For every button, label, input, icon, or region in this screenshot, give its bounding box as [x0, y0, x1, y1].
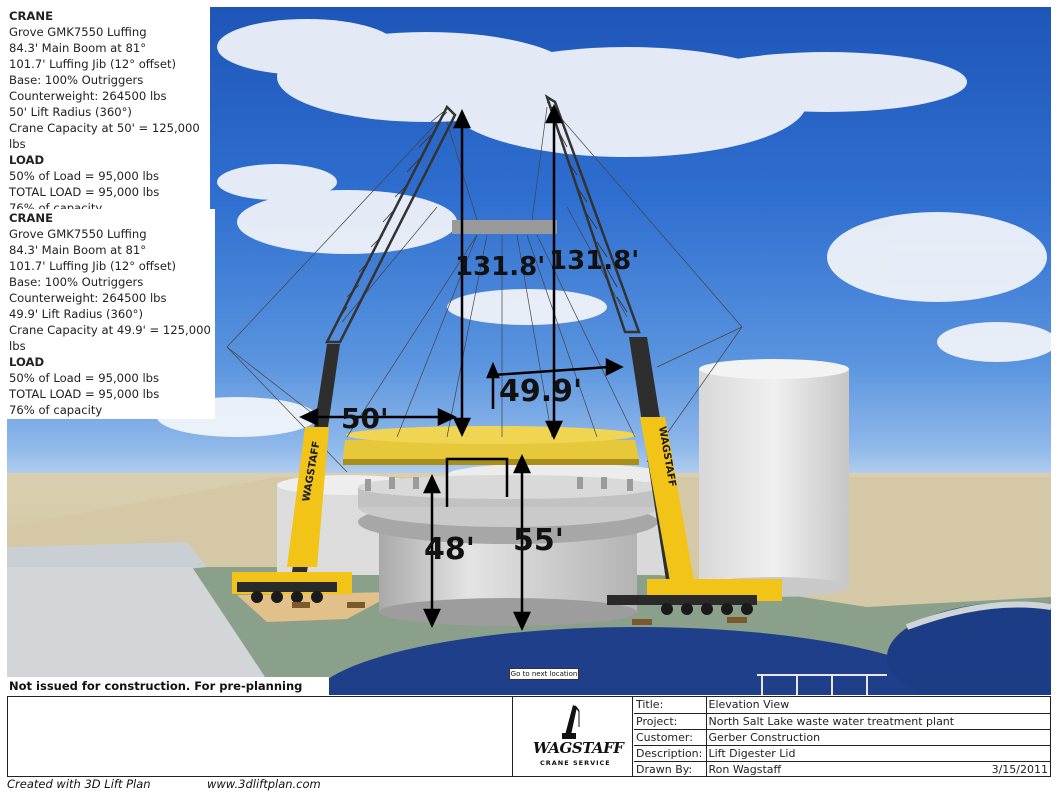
crane-a-line: 101.7' Luffing Jib (12° offset) — [9, 57, 177, 71]
crane-a-line: Crane Capacity at 50' = 125,000 lbs — [9, 121, 200, 151]
crane-a-line: 84.3' Main Boom at 81° — [9, 41, 147, 55]
drawing-info-table: Title: Elevation View Project: North Sal… — [634, 697, 1050, 777]
crane-b-line: Crane Capacity at 49.9' = 125,000 lbs — [9, 323, 211, 353]
footer-created-with: Created with 3D Lift Plan — [7, 777, 151, 791]
crane-b-line: Base: 100% Outriggers — [9, 275, 144, 289]
tank-height-b-label: 55' — [513, 523, 564, 558]
right-radius-label: 49.9' — [499, 374, 582, 409]
load-b-line: 76% of capacity — [9, 403, 103, 417]
table-row: Description: Lift Digester Lid — [634, 745, 1050, 762]
crane-a-info: CRANE Grove GMK7550 Luffing 84.3' Main B… — [7, 7, 210, 217]
left-radius-label: 50' — [341, 402, 389, 435]
load-b-heading: LOAD — [9, 355, 45, 369]
row-label: Title: — [634, 697, 707, 714]
crane-b-info: CRANE Grove GMK7550 Luffing 84.3' Main B… — [7, 209, 215, 419]
crane-a-heading: CRANE — [9, 9, 54, 23]
right-height-label: 131.8' — [549, 246, 639, 276]
crane-b-line: 49.9' Lift Radius (360°) — [9, 307, 144, 321]
tank-height-a-label: 48' — [424, 532, 475, 567]
crane-b-line: 84.3' Main Boom at 81° — [9, 243, 147, 257]
row-label: Drawn By: — [634, 761, 707, 777]
row-label: Customer: — [634, 729, 707, 746]
row-value: Ron Wagstaff — [708, 762, 782, 776]
row-value: Gerber Construction — [706, 729, 1050, 746]
crane-a-line: 50' Lift Radius (360°) — [9, 105, 132, 119]
clouds — [157, 19, 1051, 437]
load-b-line: TOTAL LOAD = 95,000 lbs — [9, 387, 160, 401]
crane-b-line: Grove GMK7550 Luffing — [9, 227, 147, 241]
crane-a-line: Base: 100% Outriggers — [9, 73, 144, 87]
left-height-label: 131.8' — [455, 252, 545, 282]
crane-a-line: Grove GMK7550 Luffing — [9, 25, 147, 39]
row-label: Description: — [634, 745, 707, 762]
construction-notice: Not issued for construction. For pre-pla… — [7, 677, 329, 695]
row-value: Elevation View — [706, 697, 1050, 714]
logo-wordmark: WAGSTAFF — [533, 739, 624, 757]
row-value: North Salt Lake waste water treatment pl… — [706, 713, 1050, 730]
crane-b-heading: CRANE — [9, 211, 54, 225]
table-row: Project: North Salt Lake waste water tre… — [634, 713, 1050, 730]
drawn-date: 3/15/2011 — [991, 762, 1048, 776]
load-a-line: 50% of Load = 95,000 lbs — [9, 169, 160, 183]
table-row: Title: Elevation View — [634, 697, 1050, 714]
tall-tower — [699, 359, 849, 597]
footer-website-link[interactable]: www.3dliftplan.com — [207, 777, 321, 791]
crane-b-line: 101.7' Luffing Jib (12° offset) — [9, 259, 177, 273]
title-block: WAGSTAFF CRANE SERVICE Title: Elevation … — [7, 696, 1051, 777]
load-a-heading: LOAD — [9, 153, 45, 167]
table-row: Customer: Gerber Construction — [634, 729, 1050, 746]
next-location-button[interactable]: Go to next location — [509, 668, 579, 680]
row-label: Project: — [634, 713, 707, 730]
3d-viewport[interactable]: WAGSTAFF WAGSTAFF 131.8' 131.8' 50' 49.9… — [7, 7, 1051, 695]
load-b-line: 50% of Load = 95,000 lbs — [9, 371, 160, 385]
table-row: Drawn By: Ron Wagstaff 3/15/2011 — [634, 761, 1050, 777]
company-logo: WAGSTAFF CRANE SERVICE — [512, 697, 633, 776]
crane-b-line: Counterweight: 264500 lbs — [9, 291, 167, 305]
logo-subtext: CRANE SERVICE — [540, 759, 611, 767]
row-value: Lift Digester Lid — [706, 745, 1050, 762]
load-a-line: TOTAL LOAD = 95,000 lbs — [9, 185, 160, 199]
crane-a-line: Counterweight: 264500 lbs — [9, 89, 167, 103]
